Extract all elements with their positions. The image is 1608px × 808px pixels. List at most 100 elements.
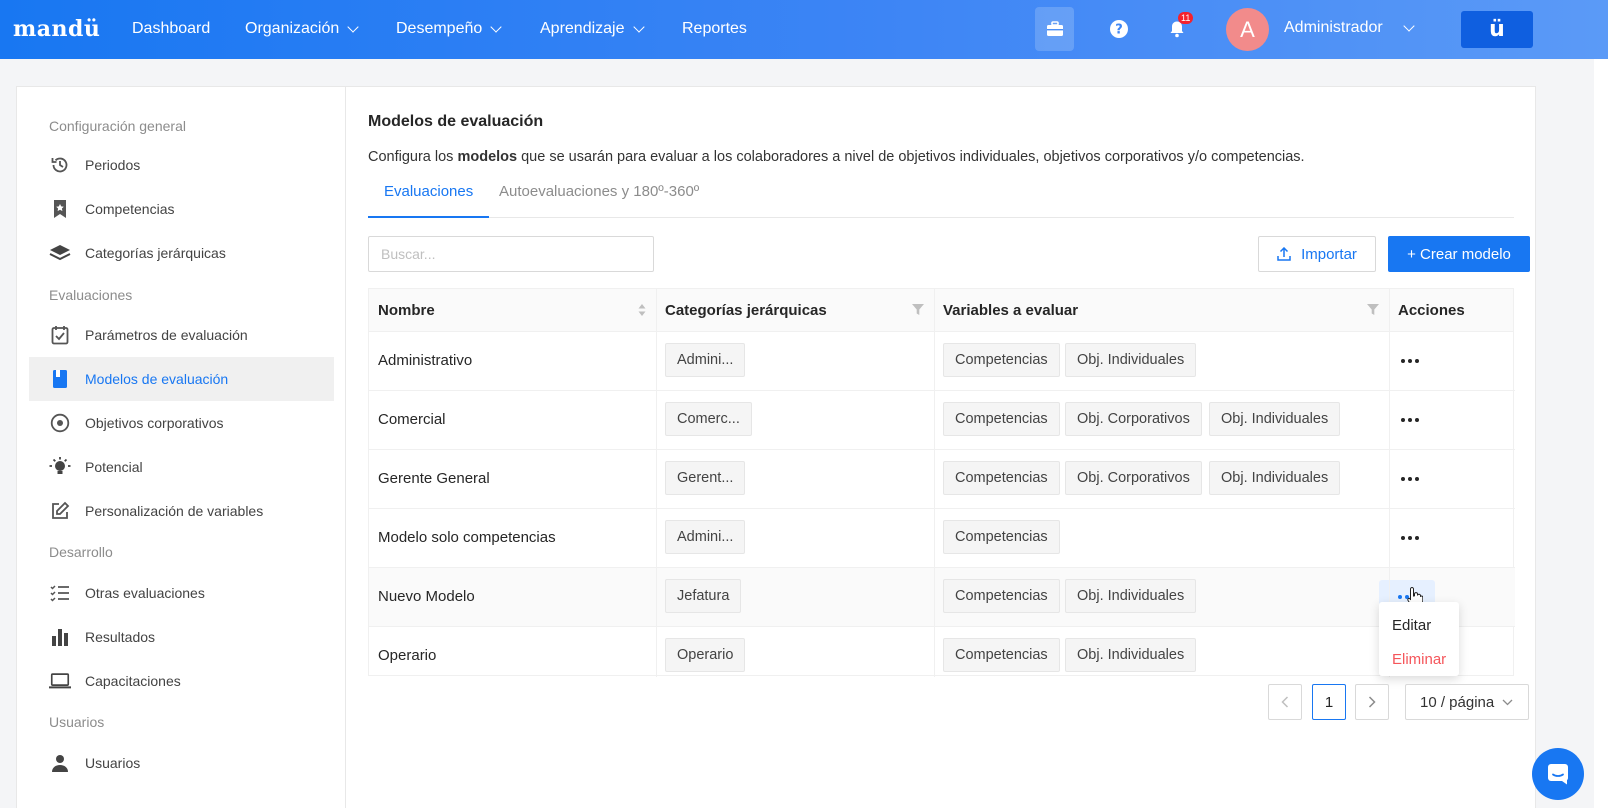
avatar[interactable]: A (1226, 8, 1269, 51)
category-tag: Admini... (665, 343, 746, 377)
edit-icon (49, 500, 71, 522)
page-scrollbar[interactable] (1594, 59, 1608, 808)
tab-evaluaciones[interactable]: Evaluaciones (368, 180, 490, 218)
user-icon (49, 752, 71, 774)
more-icon (1415, 536, 1419, 540)
chevron-right-icon (1368, 696, 1376, 708)
sidebar-item-capacitaciones[interactable]: Capacitaciones (29, 659, 334, 703)
column-divider (656, 289, 657, 677)
more-icon (1401, 359, 1405, 363)
nav-label: Dashboard (132, 20, 211, 37)
tab-autoevaluaciones[interactable]: Autoevaluaciones y 180º-360º (483, 180, 715, 218)
column-header-acciones: Acciones (1389, 289, 1513, 332)
chevron-down-icon (490, 20, 502, 33)
table-row: Nuevo Modelo Jefatura Competencias Obj. … (369, 568, 1515, 627)
book-icon (49, 368, 71, 390)
sidebar-item-modelos[interactable]: Modelos de evaluación (29, 357, 334, 401)
sidebar-item-label: Resultados (85, 629, 156, 645)
category-tag: Jefatura (665, 579, 742, 613)
sidebar-item-otras-evaluaciones[interactable]: Otras evaluaciones (29, 571, 334, 615)
bulb-icon (49, 456, 71, 478)
sidebar-item-label: Periodos (85, 157, 141, 173)
column-header-nombre[interactable]: Nombre (369, 289, 656, 332)
more-icon (1398, 595, 1402, 599)
nav-organizacion[interactable]: Organización (245, 20, 359, 38)
page-size-select[interactable]: 10 / página (1405, 684, 1529, 720)
row-actions-button[interactable] (1395, 407, 1425, 433)
sidebar-item-potencial[interactable]: Potencial (29, 445, 334, 489)
pagination-prev[interactable] (1268, 684, 1302, 720)
user-menu[interactable]: Administrador (1284, 19, 1415, 37)
page-description: Configura los modelos que se usarán para… (368, 149, 1305, 165)
bookmark-icon (49, 198, 71, 220)
sidebar-item-parametros[interactable]: Parámetros de evaluación (29, 313, 334, 357)
nav-dashboard[interactable]: Dashboard (132, 20, 210, 38)
category-tag: Comerc... (665, 402, 752, 436)
more-icon (1415, 477, 1419, 481)
row-actions-button[interactable] (1395, 466, 1425, 492)
row-actions-button[interactable] (1395, 348, 1425, 374)
filter-icon[interactable] (1367, 304, 1379, 315)
sidebar-item-resultados[interactable]: Resultados (29, 615, 334, 659)
sidebar-item-personalizacion[interactable]: Personalización de variables (29, 489, 334, 533)
nav-aprendizaje[interactable]: Aprendizaje (540, 20, 645, 38)
variable-tag: Obj. Corporativos (1065, 461, 1202, 495)
brand-logo[interactable]: mandü (13, 16, 100, 42)
sidebar-item-usuarios[interactable]: Usuarios (29, 741, 334, 785)
delete-menu-item[interactable]: Eliminar (1392, 651, 1446, 668)
sidebar-item-label: Personalización de variables (85, 503, 264, 519)
sidebar-item-competencias[interactable]: Competencias (29, 187, 334, 231)
chevron-down-icon (1502, 699, 1513, 705)
pagination-page-1[interactable]: 1 (1312, 684, 1346, 720)
sidebar-item-categorias[interactable]: Categorías jerárquicas (29, 231, 334, 275)
variable-tag: Obj. Corporativos (1065, 402, 1202, 436)
top-navbar: mandü Dashboard Organización Desempeño A… (0, 0, 1608, 59)
edit-menu-item[interactable]: Editar (1392, 617, 1431, 634)
brand-button[interactable]: ü (1461, 11, 1533, 48)
sidebar-item-periodos[interactable]: Periodos (29, 143, 334, 187)
briefcase-button[interactable] (1035, 7, 1074, 51)
nav-reportes[interactable]: Reportes (682, 20, 747, 38)
sort-icon[interactable] (638, 303, 646, 317)
models-table: Nombre Categorías jerárquicas Variables … (368, 288, 1515, 677)
notifications-button[interactable]: 11 (1160, 7, 1194, 51)
column-divider (934, 289, 935, 677)
nav-label: Organización (245, 20, 340, 37)
variable-tag: Competencias (943, 638, 1060, 672)
sidebar-item-label: Categorías jerárquicas (85, 245, 226, 261)
row-actions-menu: Editar Eliminar (1379, 602, 1459, 676)
sidebar-item-objetivos[interactable]: Objetivos corporativos (29, 401, 334, 445)
settings-sidebar: Configuración general Periodos Competenc… (17, 87, 346, 808)
import-button[interactable]: Importar (1258, 236, 1376, 272)
sidebar-item-label: Potencial (85, 459, 143, 475)
more-icon (1408, 418, 1412, 422)
variable-tag: Competencias (943, 343, 1060, 377)
chat-button[interactable] (1532, 748, 1584, 800)
more-icon (1401, 418, 1405, 422)
nav-label: Aprendizaje (540, 20, 625, 37)
more-icon (1401, 477, 1405, 481)
sidebar-item-label: Parámetros de evaluación (85, 327, 248, 343)
variable-tag: Competencias (943, 461, 1060, 495)
variable-tag: Obj. Individuales (1209, 402, 1341, 436)
column-header-label: Nombre (378, 301, 435, 319)
pagination-next[interactable] (1355, 684, 1389, 720)
search-input[interactable] (368, 236, 654, 272)
variable-tag: Obj. Individuales (1065, 638, 1197, 672)
table-row: Comercial Comerc... Competencias Obj. Co… (369, 391, 1515, 450)
column-header-label: Variables a evaluar (943, 301, 1079, 319)
help-icon: ? (1110, 20, 1128, 38)
table-row: Operario Operario Competencias Obj. Indi… (369, 627, 1515, 686)
nav-desempeno[interactable]: Desempeño (396, 20, 502, 38)
more-icon (1415, 359, 1419, 363)
model-name: Administrativo (378, 352, 473, 369)
column-header-categorias: Categorías jerárquicas (656, 289, 934, 332)
category-tag: Admini... (665, 520, 746, 554)
help-button[interactable]: ? (1102, 7, 1136, 51)
desc-text: Configura los (368, 149, 458, 165)
row-actions-button[interactable] (1395, 525, 1425, 551)
sidebar-section-title: Usuarios (49, 714, 105, 730)
create-model-button[interactable]: + Crear modelo (1388, 236, 1530, 272)
user-name: Administrador (1284, 19, 1383, 36)
filter-icon[interactable] (912, 304, 924, 315)
